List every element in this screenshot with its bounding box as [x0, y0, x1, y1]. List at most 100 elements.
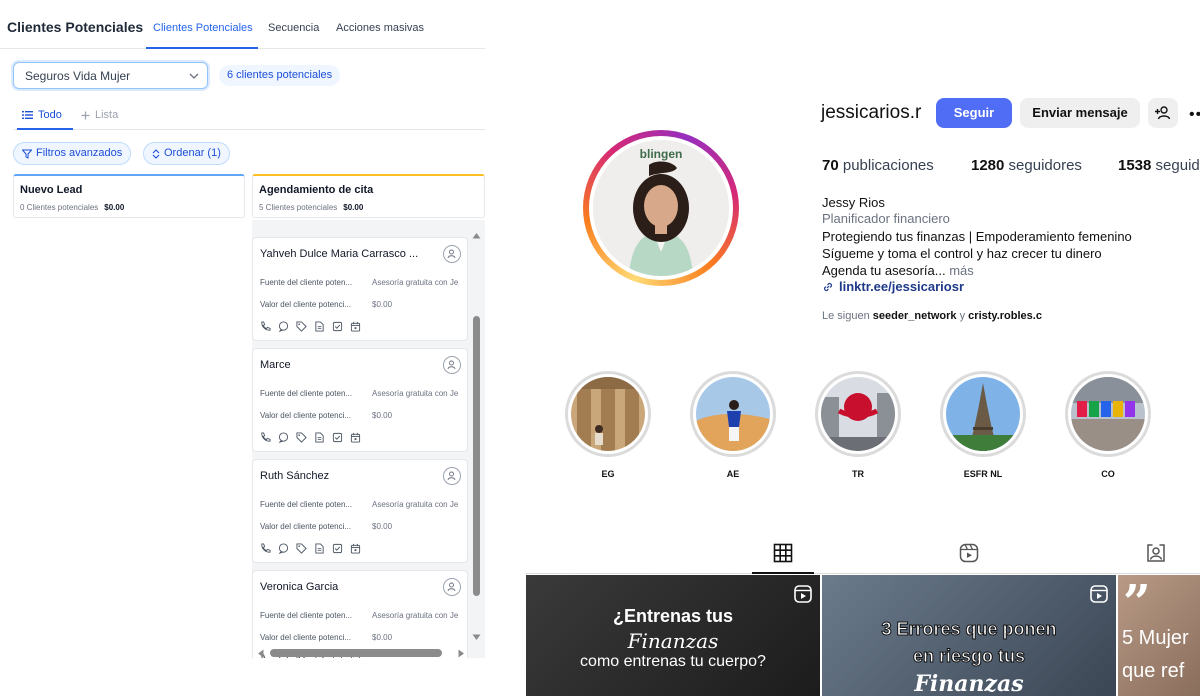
advanced-filters-label: Filtros avanzados [36, 147, 123, 159]
add-user-icon [1155, 106, 1171, 120]
scroll-right-arrow-icon[interactable] [458, 649, 465, 658]
followed-by-joiner: y [959, 310, 966, 322]
chat-icon[interactable] [278, 319, 289, 332]
highlight-esfr-nl[interactable]: ESFR NL [940, 371, 1026, 479]
bio-more-link[interactable]: más [949, 263, 974, 278]
phone-icon[interactable] [260, 430, 271, 442]
scroll-up-arrow-icon[interactable] [472, 232, 481, 239]
follow-button[interactable]: Seguir [936, 98, 1012, 128]
more-options-icon[interactable]: ••• [1189, 106, 1200, 124]
highlight-label: ESFR NL [963, 469, 1003, 479]
scroll-left-arrow-icon[interactable] [257, 649, 264, 658]
post-title-line: como entrenas tu cuerpo? [580, 653, 766, 670]
lead-card[interactable]: Veronica Garcia Fuente del cliente poten.… [252, 570, 468, 658]
highlight-ae[interactable]: AE [690, 371, 776, 479]
highlight-co[interactable]: CO [1065, 371, 1151, 479]
highlight-ring [565, 371, 651, 457]
calendar-icon[interactable] [350, 430, 361, 443]
lead-name[interactable]: Veronica Garcia [260, 581, 428, 593]
send-message-button[interactable]: Enviar mensaje [1020, 98, 1140, 128]
lead-name[interactable]: Marce [260, 359, 428, 371]
avatar[interactable]: blingen [593, 140, 729, 276]
task-icon[interactable] [332, 430, 343, 443]
active-tab-indicator [146, 47, 258, 49]
instagram-profile: blingen jessicarios.r Seguir Enviar mens… [526, 0, 1200, 696]
phone-icon[interactable] [260, 319, 271, 331]
followers-count[interactable]: 1280 seguidores [971, 157, 1082, 174]
highlight-ring [815, 371, 901, 457]
reel-badge-icon [794, 585, 812, 603]
followed-by-user-1[interactable]: seeder_network [873, 310, 957, 322]
lead-name[interactable]: Yahveh Dulce Maria Carrasco ... [260, 248, 428, 260]
column-header-nuevo-lead[interactable]: Nuevo Lead 0 Clientes potenciales $0.00 [13, 174, 245, 218]
post-thumbnail[interactable]: 3 Errores que ponen en riesgo tus Finanz… [822, 575, 1116, 696]
assign-user-button[interactable] [443, 245, 461, 263]
column-name: Nuevo Lead [20, 184, 83, 196]
highlight-ring [690, 371, 776, 457]
column-header-agendamiento[interactable]: Agendamiento de cita 5 Clientes potencia… [252, 174, 485, 218]
tab-clientes-potenciales[interactable]: Clientes Potenciales [153, 22, 253, 34]
suggested-users-button[interactable] [1148, 98, 1178, 128]
quote-mark-icon: ” [1123, 575, 1151, 631]
post-title-line: Finanzas [627, 629, 719, 653]
tab-acciones-masivas[interactable]: Acciones masivas [336, 22, 424, 34]
lead-value-row: Valor del cliente potenci... $0.00 [260, 633, 392, 642]
lead-value-amount: $0.00 [372, 300, 393, 309]
scroll-down-arrow-icon[interactable] [472, 634, 481, 641]
assign-user-button[interactable] [443, 356, 461, 374]
posts-count[interactable]: 70 publicaciones [822, 157, 934, 174]
tab-secuencia[interactable]: Secuencia [268, 22, 319, 34]
pipeline-select[interactable]: Seguros Vida Mujer [13, 62, 208, 89]
chat-icon[interactable] [278, 541, 289, 554]
sort-button[interactable]: Ordenar (1) [143, 142, 230, 165]
lead-value-label: Valor del cliente potenci... [260, 633, 352, 642]
lead-name[interactable]: Ruth Sánchez [260, 470, 428, 482]
highlight-ring [1065, 371, 1151, 457]
profile-link[interactable]: linktr.ee/jessicariosr [822, 279, 964, 294]
sort-icon [152, 148, 160, 159]
view-tab-lista-label: Lista [95, 109, 119, 121]
calendar-icon[interactable] [350, 319, 361, 332]
followed-by-user-2[interactable]: cristy.robles.c [968, 310, 1042, 322]
lead-value-amount: $0.00 [372, 633, 393, 642]
assign-user-button[interactable] [443, 467, 461, 485]
task-icon[interactable] [332, 319, 343, 332]
lead-value-row: Valor del cliente potenci... $0.00 [260, 522, 392, 531]
highlight-eg[interactable]: EG [565, 371, 651, 479]
document-icon[interactable] [314, 319, 325, 332]
followed-by[interactable]: Le siguen seeder_network y cristy.robles… [822, 310, 1042, 322]
document-icon[interactable] [314, 541, 325, 554]
chat-icon[interactable] [278, 430, 289, 443]
post-thumbnail[interactable]: ” 5 Mujer que ref [1118, 575, 1200, 696]
vertical-scrollbar-thumb[interactable] [473, 316, 480, 596]
advanced-filters-button[interactable]: Filtros avanzados [13, 142, 132, 165]
crm-header: Clientes Potenciales Clientes Potenciale… [0, 0, 485, 49]
user-icon [447, 582, 456, 592]
highlight-tr[interactable]: TR [815, 371, 901, 479]
horizontal-scrollbar-thumb[interactable] [270, 649, 442, 657]
post-thumbnail[interactable]: ¿Entrenas tus Finanzas como entrenas tu … [526, 575, 820, 696]
highlight-photo [571, 377, 645, 451]
column-value: $0.00 [104, 203, 125, 212]
tag-icon[interactable] [296, 541, 307, 554]
following-count[interactable]: 1538 seguidos [1118, 157, 1200, 174]
post-title-line: en riesgo tus [912, 646, 1026, 667]
tag-icon[interactable] [296, 430, 307, 443]
reels-icon[interactable] [959, 543, 979, 563]
lead-source-row: Fuente del cliente poten... Asesoría grat… [260, 389, 458, 398]
lead-card[interactable]: Yahveh Dulce Maria Carrasco ... Fuente de… [252, 237, 468, 341]
calendar-icon[interactable] [350, 541, 361, 554]
view-tab-lista[interactable]: Lista [81, 109, 118, 121]
task-icon[interactable] [332, 541, 343, 554]
grid-icon[interactable] [773, 543, 793, 563]
assign-user-button[interactable] [443, 578, 461, 596]
profile-tabs-divider [526, 573, 1200, 574]
tag-icon[interactable] [296, 319, 307, 332]
document-icon[interactable] [314, 430, 325, 443]
lead-card[interactable]: Marce Fuente del cliente poten... Asesoría… [252, 348, 468, 452]
lead-card[interactable]: Ruth Sánchez Fuente del cliente poten... A… [252, 459, 468, 563]
tagged-icon[interactable] [1146, 543, 1166, 563]
phone-icon[interactable] [260, 541, 271, 553]
user-icon [447, 360, 456, 370]
view-tab-todo[interactable]: Todo [22, 109, 62, 121]
